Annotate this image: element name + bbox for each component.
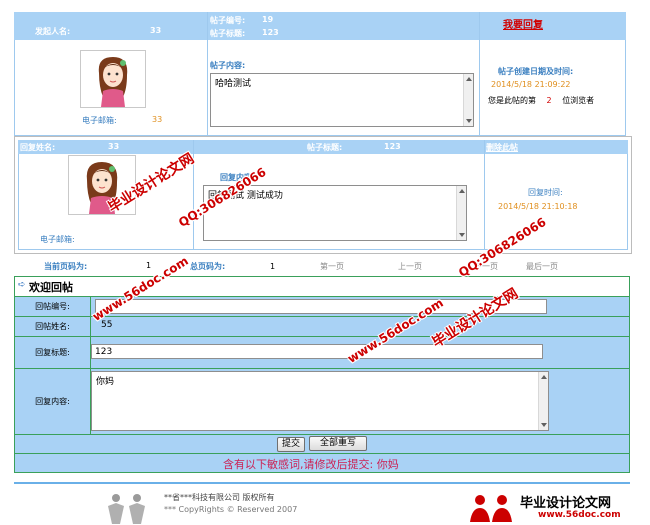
current-page-value: 1	[146, 261, 152, 270]
created-value: 2014/5/18 21:09:22	[491, 80, 571, 89]
viewer-suffix: 位浏览者	[562, 96, 595, 105]
author-avatar	[80, 50, 146, 108]
reply-name-label: 回复姓名:	[20, 143, 56, 152]
created-label: 帖子创建日期及时间:	[498, 67, 574, 76]
poster-label: 回帖姓名:	[15, 317, 91, 336]
post-content-scrollbar[interactable]	[463, 74, 473, 126]
initiator-label: 发起人名:	[35, 27, 71, 36]
current-page-label: 当前页码为:	[44, 262, 88, 271]
total-page-label: 总页码为:	[190, 262, 226, 271]
viewer-count: 2	[546, 96, 552, 105]
poster-row: 回帖姓名: 55	[14, 316, 630, 336]
reset-button[interactable]: 全部重写	[309, 436, 367, 451]
post-no-label: 回帖编号:	[15, 297, 91, 316]
post-content-box[interactable]: 哈哈测试	[210, 73, 474, 127]
reply-title-input[interactable]	[91, 344, 543, 359]
reply-content-form-label: 回复内容:	[15, 369, 91, 434]
post-id-value: 19	[262, 15, 274, 24]
last-page-link[interactable]: 最后一页	[526, 261, 558, 272]
footer-copyright-2: *** CopyRights © Reserved 2007	[164, 505, 298, 514]
post-content-text: 哈哈测试	[215, 79, 252, 89]
logo-title: 毕业设计论文网	[520, 496, 612, 511]
reply-textarea-scrollbar[interactable]	[538, 372, 548, 430]
submit-button[interactable]: 提交	[277, 437, 305, 452]
reply-divider-2	[484, 140, 485, 250]
replier-email-label: 电子邮箱:	[40, 235, 75, 244]
post-title-label: 帖子标题:	[210, 29, 246, 38]
warning-row: 含有以下敏感词,请修改后提交: 你妈	[14, 453, 630, 473]
post-title-value: 123	[262, 28, 279, 37]
reply-content-row: 回复内容: 你妈	[14, 368, 630, 434]
author-email-value: 33	[152, 115, 163, 124]
first-page-link[interactable]: 第一页	[320, 261, 344, 272]
reply-time-value: 2014/5/18 21:10:18	[498, 202, 578, 211]
logo-url: www.56doc.com	[538, 510, 621, 520]
logo-people-icon	[470, 495, 512, 522]
total-page-value: 1	[270, 262, 276, 271]
button-row: 提交 全部重写	[14, 434, 630, 453]
footer-logo-icon	[108, 494, 145, 524]
post-content-label: 帖子内容:	[210, 61, 246, 70]
post-divider-1	[207, 12, 208, 136]
reply-title-label: 回复标题:	[15, 337, 91, 368]
sensitive-word-warning: 含有以下敏感词,请修改后提交: 你妈	[223, 458, 399, 471]
author-email-label: 电子邮箱:	[82, 116, 117, 125]
post-divider-2	[479, 12, 480, 136]
watermark-logo: 毕业设计论文网 www.56doc.com	[468, 490, 650, 525]
prev-page-link[interactable]: 上一页	[398, 261, 422, 272]
initiator-value: 33	[150, 26, 162, 35]
delete-post-link[interactable]: 删除此帖	[486, 142, 518, 153]
reply-title-row: 回复标题:	[14, 336, 630, 368]
form-title: 欢迎回帖	[29, 281, 73, 294]
reply-title-label: 帖子标题:	[307, 143, 343, 152]
viewer-count-line: 您是此帖的第 2 位浏览者	[488, 95, 594, 106]
post-id-label: 帖子编号:	[210, 16, 246, 25]
footer-copyright: **省***科技有限公司 版权所有	[164, 493, 275, 502]
reply-title-value: 123	[384, 142, 401, 151]
reply-content-scrollbar[interactable]	[456, 186, 466, 240]
reply-divider-1	[193, 140, 194, 250]
reply-content-textarea[interactable]: 你妈	[91, 371, 549, 431]
viewer-prefix: 您是此帖的第	[488, 96, 536, 105]
reply-link[interactable]: 我要回复	[503, 16, 543, 31]
form-title-row: ➪ 欢迎回帖	[14, 276, 630, 296]
reply-content-input-text: 你妈	[96, 377, 115, 387]
poster-value: 55	[101, 320, 113, 330]
arrow-icon: ➪	[18, 280, 26, 290]
reply-name-value: 33	[108, 142, 120, 151]
reply-content-box[interactable]: 回复测试 测试成功	[203, 185, 467, 241]
reply-time-label: 回复时间:	[528, 188, 563, 197]
